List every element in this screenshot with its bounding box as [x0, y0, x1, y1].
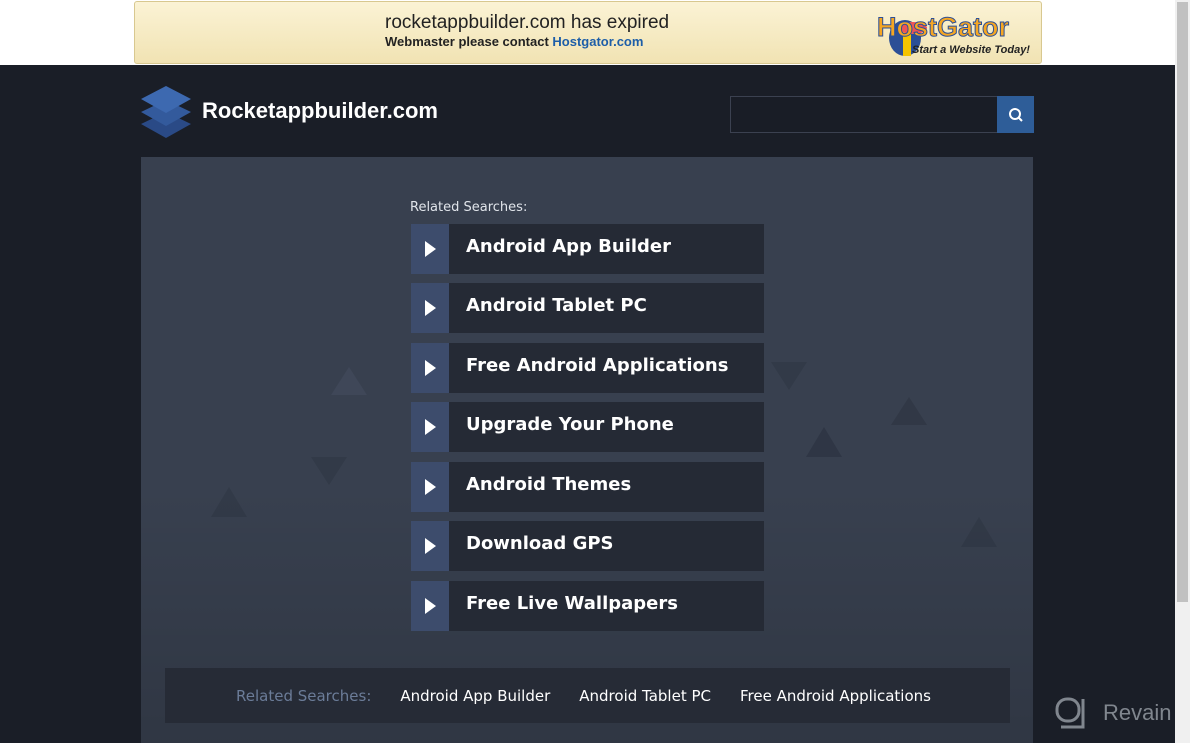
revain-watermark: Revain: [1055, 697, 1171, 729]
search-icon: [1008, 107, 1023, 122]
search-input[interactable]: [730, 96, 998, 133]
item-label: Free Android Applications: [449, 343, 764, 393]
item-label: Download GPS: [449, 521, 764, 571]
scrollbar-thumb[interactable]: [1177, 2, 1188, 602]
search-button[interactable]: [997, 96, 1034, 133]
stack-logo-icon: [141, 86, 191, 138]
play-arrow-icon: [411, 581, 449, 631]
play-arrow-icon: [411, 283, 449, 333]
item-label: Android Tablet PC: [449, 283, 764, 333]
play-arrow-icon: [411, 521, 449, 571]
footer-link[interactable]: Android Tablet PC: [579, 687, 711, 705]
related-search-item[interactable]: Free Live Wallpapers: [411, 581, 764, 631]
expired-banner[interactable]: rocketappbuilder.com has expired Webmast…: [134, 1, 1042, 64]
related-search-item[interactable]: Android Tablet PC: [411, 283, 764, 333]
contact-text: Webmaster please contact: [385, 34, 549, 49]
hostgator-link[interactable]: Hostgator.com: [552, 34, 643, 49]
footer-link[interactable]: Free Android Applications: [740, 687, 931, 705]
site-name[interactable]: Rocketappbuilder.com: [202, 98, 438, 124]
item-label: Android Themes: [449, 462, 764, 512]
footer-link[interactable]: Android App Builder: [400, 687, 550, 705]
related-searches-label: Related Searches:: [410, 200, 528, 215]
revain-logo-icon: [1055, 697, 1085, 729]
play-arrow-icon: [411, 224, 449, 274]
related-search-item[interactable]: Free Android Applications: [411, 343, 764, 393]
vertical-scrollbar[interactable]: [1175, 0, 1190, 743]
hostgator-tagline: Start a Website Today!: [912, 44, 1030, 56]
related-search-item[interactable]: Android App Builder: [411, 224, 764, 274]
banner-title: rocketappbuilder.com has expired: [385, 12, 670, 33]
play-arrow-icon: [411, 402, 449, 452]
play-arrow-icon: [411, 462, 449, 512]
related-search-item[interactable]: Android Themes: [411, 462, 764, 512]
item-label: Android App Builder: [449, 224, 764, 274]
play-arrow-icon: [411, 343, 449, 393]
item-label: Free Live Wallpapers: [449, 581, 764, 631]
hostgator-logo: HostGator: [876, 12, 1010, 43]
related-search-item[interactable]: Download GPS: [411, 521, 764, 571]
revain-text: Revain: [1103, 700, 1172, 725]
banner-contact: Webmaster please contact Hostgator.com: [385, 34, 643, 49]
footer-related-label: Related Searches:: [236, 686, 372, 705]
item-label: Upgrade Your Phone: [449, 402, 764, 452]
footer-related-bar: Related Searches: Android App Builder An…: [165, 668, 1010, 723]
related-search-item[interactable]: Upgrade Your Phone: [411, 402, 764, 452]
